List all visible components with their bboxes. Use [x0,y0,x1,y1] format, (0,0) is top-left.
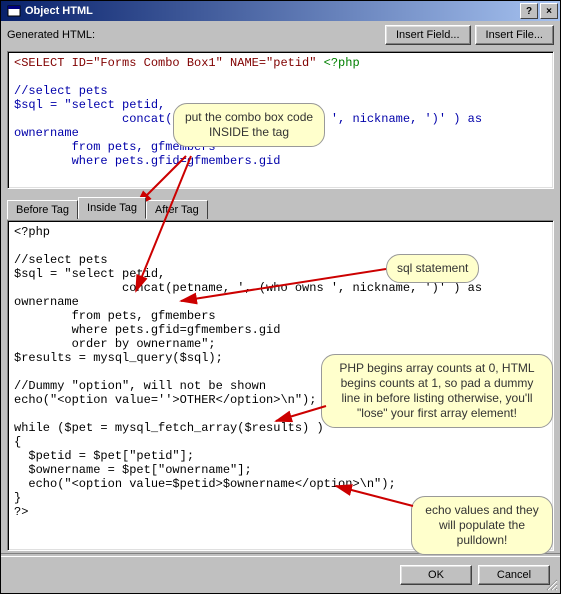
insert-file-button[interactable]: Insert File... [475,25,554,45]
code-line: $petid = $pet["petid"]; [14,449,194,463]
code-line: //Dummy "option", will not be shown [14,379,266,393]
code-line: $results = mysql_query($sql); [14,351,223,365]
code-line: concat(petname, ', (who owns ', nickname… [14,281,482,295]
code-line: where pets.gfid=gfmembers.gid [14,154,280,168]
code-line: ownername [14,126,79,140]
code-line: from pets, gfmembers [14,309,216,323]
close-button[interactable]: × [540,3,558,19]
code-line: { [14,435,21,449]
code-line: $sql = "select petid, [14,267,165,281]
code-line: while ($pet = mysql_fetch_array($results… [14,421,324,435]
help-button[interactable]: ? [520,3,538,19]
callout-array-counts: PHP begins array counts at 0, HTML begin… [321,354,553,428]
callout-sql: sql statement [386,254,479,283]
code-line: where pets.gfid=gfmembers.gid [14,323,280,337]
code-line: order by ownername"; [14,337,216,351]
bottom-bar: OK Cancel [1,557,560,593]
code-line: echo("<option value=''>OTHER</option>\n"… [14,393,316,407]
cancel-button[interactable]: Cancel [478,565,550,585]
code-line: ?> [14,505,28,519]
code-line: $ownername = $pet["ownername"]; [14,463,252,477]
titlebar: Object HTML ? × [1,1,560,21]
code-line: ownername [14,295,79,309]
titlebar-buttons: ? × [520,3,558,19]
callout-echo: echo values and they will populate the p… [411,496,553,555]
toolbar: Generated HTML: Insert Field... Insert F… [1,21,560,49]
ok-button[interactable]: OK [400,565,472,585]
resize-grip-icon[interactable] [544,577,558,591]
code-line: echo("<option value=$petid>$ownername</o… [14,477,396,491]
insert-field-button[interactable]: Insert Field... [385,25,471,45]
app-icon [7,4,21,18]
object-html-window: Object HTML ? × Generated HTML: Insert F… [0,0,561,594]
code-line: <?php [14,225,50,239]
code-line: } [14,491,21,505]
callout-combo-box: put the combo box code INSIDE the tag [173,103,325,147]
window-title: Object HTML [25,5,520,17]
tab-inside-tag[interactable]: Inside Tag [78,197,146,219]
generated-html-label: Generated HTML: [7,29,381,41]
tab-bar: Before Tag Inside Tag After Tag [7,197,554,218]
tab-before-tag[interactable]: Before Tag [7,200,78,219]
code-line: <SELECT ID="Forms Combo Box1" NAME="peti… [14,56,360,70]
code-line: //select pets [14,253,108,267]
code-line: $sql = "select petid, [14,98,165,112]
code-line: //select pets [14,84,108,98]
tab-after-tag[interactable]: After Tag [146,200,208,219]
